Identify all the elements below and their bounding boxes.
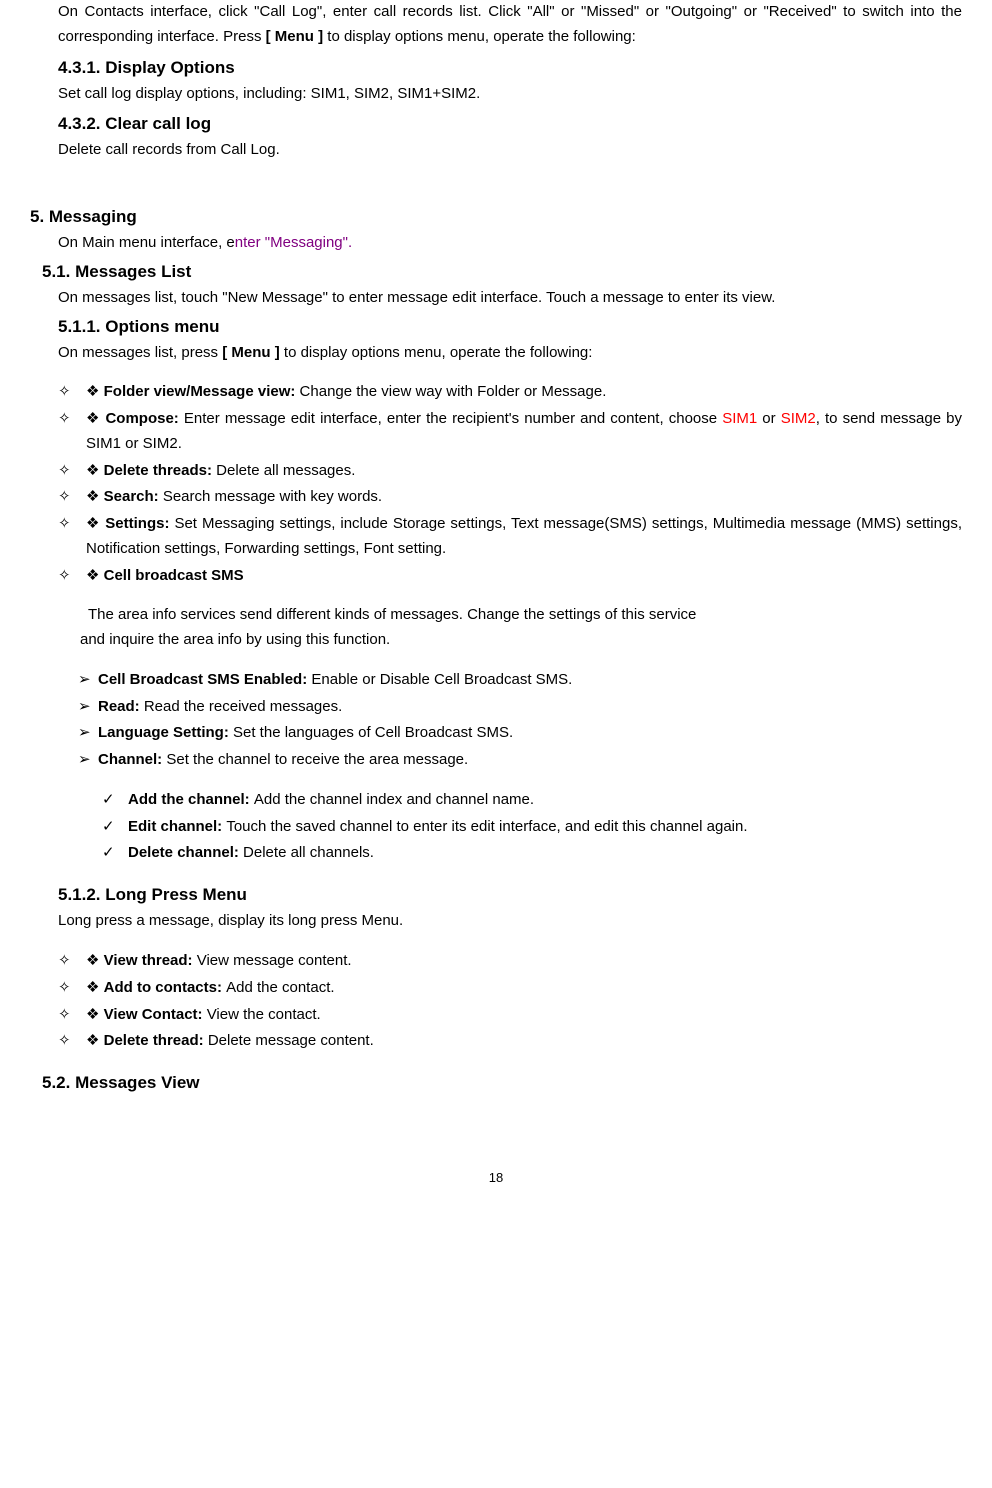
label: View thread: — [104, 952, 197, 969]
list-item: ✓ Delete channel: Delete all channels. — [102, 841, 962, 866]
label: Delete threads: — [104, 462, 217, 479]
cbs-description-2: and inquire the area info by using this … — [80, 628, 962, 653]
text: Delete all channels. — [243, 844, 374, 861]
label: Edit channel: — [128, 818, 226, 835]
body-5-1-1: On messages list, press [ Menu ] to disp… — [58, 341, 962, 366]
arrow-icon: ➢ — [78, 695, 91, 720]
label: View Contact: — [104, 1006, 207, 1023]
text: Touch the saved channel to enter its edi… — [226, 818, 747, 835]
text: On Main menu interface, e — [58, 234, 235, 251]
sim2-text: SIM2 — [781, 410, 816, 427]
diamond-icon: ✧ — [58, 459, 71, 484]
text: Add the channel index and channel name. — [254, 791, 534, 808]
text: Delete message content. — [208, 1032, 374, 1049]
list-item: ✧ Delete thread: Delete message content. — [58, 1029, 962, 1054]
text: Read the received messages. — [144, 698, 342, 715]
sim1-text: SIM1 — [722, 410, 757, 427]
label: Settings: — [105, 515, 174, 532]
list-item: ✧ View thread: View message content. — [58, 949, 962, 974]
text: to display options menu, operate the fol… — [280, 344, 593, 361]
arrow-icon: ➢ — [78, 668, 91, 693]
label: Folder view/Message view: — [104, 383, 300, 400]
body-5-1-2: Long press a message, display its long p… — [58, 909, 962, 934]
document-page: On Contacts interface, click "Call Log",… — [0, 0, 992, 1189]
intro-paragraph: On Contacts interface, click "Call Log",… — [58, 0, 962, 50]
label: Language Setting: — [98, 724, 233, 741]
list-item: ✧ Folder view/Message view: Change the v… — [58, 380, 962, 405]
options-list: ✧ Folder view/Message view: Change the v… — [58, 380, 962, 588]
list-item: ✧ Compose: Enter message edit interface,… — [58, 407, 962, 457]
text: to display options menu, operate the fol… — [323, 28, 636, 45]
menu-key: [ Menu ] — [222, 344, 280, 361]
text: On messages list, press — [58, 344, 222, 361]
list-item: ✧ Search: Search message with key words. — [58, 485, 962, 510]
list-item: ✧ Cell broadcast SMS — [58, 564, 962, 589]
text: Delete all messages. — [216, 462, 355, 479]
label: Add the channel: — [128, 791, 254, 808]
check-icon: ✓ — [102, 815, 115, 840]
list-item: ➢ Channel: Set the channel to receive th… — [78, 748, 962, 773]
text: Enable or Disable Cell Broadcast SMS. — [311, 671, 572, 688]
diamond-icon: ✧ — [58, 564, 71, 589]
check-icon: ✓ — [102, 841, 115, 866]
heading-5-1: 5.1. Messages List — [42, 258, 962, 286]
text: Set the channel to receive the area mess… — [166, 751, 468, 768]
body-4-3-1: Set call log display options, including:… — [58, 82, 962, 107]
text: Enter message edit interface, enter the … — [184, 410, 722, 427]
list-item: ✧ View Contact: View the contact. — [58, 1003, 962, 1028]
diamond-icon: ✧ — [58, 949, 71, 974]
text: View the contact. — [207, 1006, 321, 1023]
text: Set the languages of Cell Broadcast SMS. — [233, 724, 513, 741]
channel-sublist: ✓ Add the channel: Add the channel index… — [102, 788, 962, 866]
label: Cell Broadcast SMS Enabled: — [98, 671, 311, 688]
diamond-icon: ✧ — [58, 512, 71, 537]
label: Cell broadcast SMS — [104, 567, 244, 584]
arrow-icon: ➢ — [78, 748, 91, 773]
text: or — [757, 410, 781, 427]
list-item: ➢ Cell Broadcast SMS Enabled: Enable or … — [78, 668, 962, 693]
page-number: 18 — [30, 1167, 962, 1188]
label: Add to contacts: — [104, 979, 227, 996]
label: Delete thread: — [104, 1032, 208, 1049]
label: Channel: — [98, 751, 166, 768]
heading-4-3-1: 4.3.1. Display Options — [58, 54, 962, 82]
heading-5-2: 5.2. Messages View — [42, 1069, 962, 1097]
text: Search message with key words. — [163, 488, 382, 505]
body-5-1: On messages list, touch "New Message" to… — [58, 286, 962, 311]
list-item: ✓ Add the channel: Add the channel index… — [102, 788, 962, 813]
heading-5-1-1: 5.1.1. Options menu — [58, 313, 962, 341]
text-purple: nter "Messaging". — [235, 234, 352, 251]
body-5: On Main menu interface, enter "Messaging… — [58, 231, 962, 256]
label: Search: — [104, 488, 163, 505]
diamond-icon: ✧ — [58, 407, 71, 432]
heading-5: 5. Messaging — [30, 203, 962, 231]
arrow-icon: ➢ — [78, 721, 91, 746]
label: Compose: — [105, 410, 183, 427]
text: Set Messaging settings, include Storage … — [86, 515, 962, 557]
diamond-icon: ✧ — [58, 976, 71, 1001]
list-item: ➢ Read: Read the received messages. — [78, 695, 962, 720]
list-item: ✧ Add to contacts: Add the contact. — [58, 976, 962, 1001]
label: Read: — [98, 698, 144, 715]
cbs-description: The area info services send different ki… — [88, 603, 962, 628]
menu-key: [ Menu ] — [266, 28, 324, 45]
diamond-icon: ✧ — [58, 380, 71, 405]
list-item: ✧ Delete threads: Delete all messages. — [58, 459, 962, 484]
heading-5-1-2: 5.1.2. Long Press Menu — [58, 881, 962, 909]
text: Change the view way with Folder or Messa… — [300, 383, 607, 400]
label: Delete channel: — [128, 844, 243, 861]
cbs-sublist: ➢ Cell Broadcast SMS Enabled: Enable or … — [78, 668, 962, 773]
list-item: ✓ Edit channel: Touch the saved channel … — [102, 815, 962, 840]
diamond-icon: ✧ — [58, 1029, 71, 1054]
list-item: ➢ Language Setting: Set the languages of… — [78, 721, 962, 746]
long-press-list: ✧ View thread: View message content. ✧ A… — [58, 949, 962, 1054]
diamond-icon: ✧ — [58, 1003, 71, 1028]
check-icon: ✓ — [102, 788, 115, 813]
list-item: ✧ Settings: Set Messaging settings, incl… — [58, 512, 962, 562]
text: Add the contact. — [226, 979, 334, 996]
diamond-icon: ✧ — [58, 485, 71, 510]
body-4-3-2: Delete call records from Call Log. — [58, 138, 962, 163]
heading-4-3-2: 4.3.2. Clear call log — [58, 110, 962, 138]
text: View message content. — [197, 952, 352, 969]
